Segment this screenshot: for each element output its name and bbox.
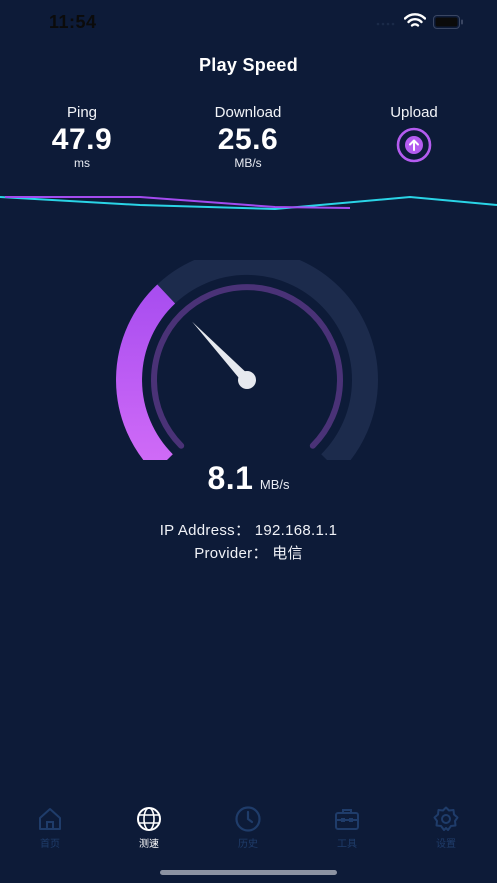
tab-label-speed-test: 测速 [139,839,159,850]
speed-gauge [116,260,378,460]
download-value: 25.6 [217,123,279,156]
cellular-signal-icon [376,22,395,26]
ping-unit: ms [74,156,90,170]
wifi-icon [404,13,426,27]
arrow-up-circle-icon[interactable] [396,127,432,163]
ping-metric: Ping 47.9 ms [22,104,142,170]
upload-metric: Upload [354,104,474,163]
clock-icon [235,806,261,832]
speed-line-graph [0,195,497,211]
gauge-fill [116,284,176,460]
gauge-needle-hub [238,371,256,389]
home-indicator[interactable] [160,870,337,875]
home-icon [39,808,61,830]
ping-value: 47.9 [51,123,113,156]
status-time: 11:54 [49,12,97,32]
tab-speed-test[interactable]: 测速 [109,805,189,850]
provider-text: Provider： 电信 [194,545,303,562]
speed-value: 8.1 [207,460,254,496]
tab-label-home: 首页 [40,839,60,850]
download-unit: MB/s [234,156,262,170]
tab-label-tools: 工具 [337,839,357,850]
tab-tools[interactable]: 工具 [307,805,387,850]
download-label: Download [214,104,282,121]
tab-label-settings: 设置 [436,839,456,850]
tab-home[interactable]: 首页 [10,805,90,850]
upload-label: Upload [390,104,438,121]
speed-test-screen: 11:54 Play Speed Ping 47.9 ms Download 2… [0,0,497,883]
status-bar: 11:54 [0,0,497,44]
gauge-inner-ring [151,284,343,449]
download-metric: Download 25.6 MB/s [188,104,308,170]
ping-label: Ping [66,104,98,121]
tab-bar: 首页 测速 历史 工具 设置 [0,805,497,855]
gauge-track [116,260,378,460]
ip-address-text: IP Address： 192.168.1.1 [159,522,338,539]
globe-icon [137,807,161,831]
speed-readout: 8.1 MB/s [0,460,497,497]
upload-series-line [0,195,497,211]
tab-settings[interactable]: 设置 [406,805,486,850]
tab-label-history: 历史 [238,839,258,850]
page-title: Play Speed [198,55,299,75]
toolbox-icon [335,809,359,830]
battery-icon [433,15,463,29]
gear-icon [433,806,459,831]
speed-unit: MB/s [259,477,290,492]
tab-history[interactable]: 历史 [208,805,288,850]
